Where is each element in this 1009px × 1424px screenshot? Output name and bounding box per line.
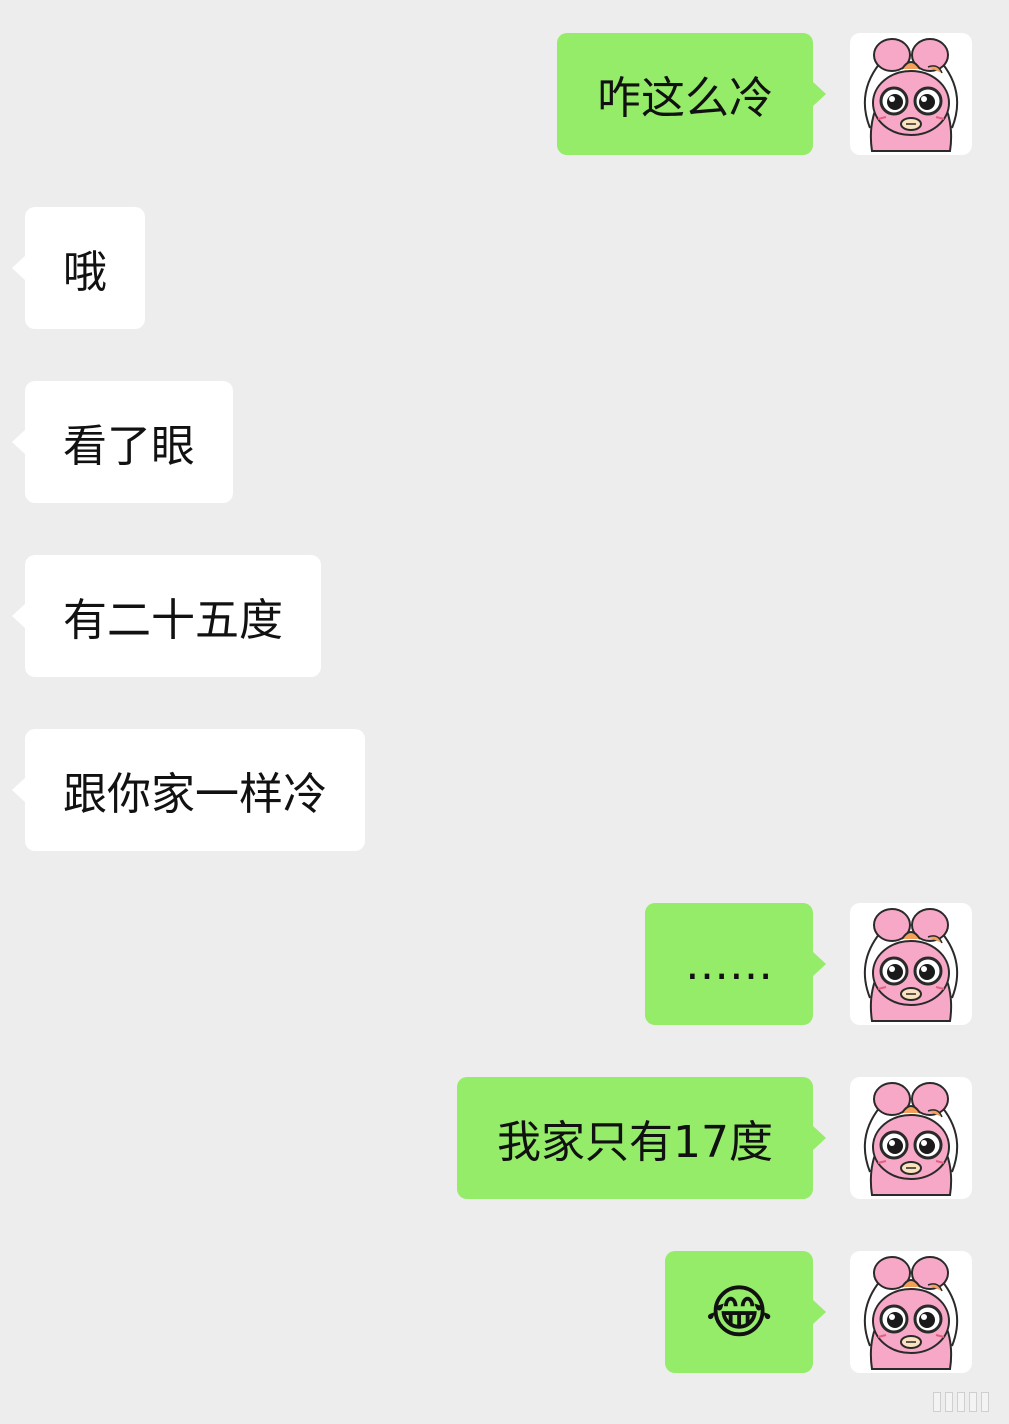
user-avatar-icon[interactable] (850, 1251, 972, 1373)
message-text: 有二十五度 (63, 595, 283, 646)
message-text: 我家只有17度 (497, 1117, 773, 1168)
user-avatar-icon[interactable] (850, 903, 972, 1025)
message-text: 咋这么冷 (597, 73, 773, 124)
user-avatar-icon[interactable] (850, 33, 972, 155)
incoming-message-bubble[interactable]: 哦 (12, 207, 145, 329)
incoming-message-bubble[interactable]: 跟你家一样冷 (12, 729, 365, 851)
incoming-message-bubble[interactable]: 看了眼 (12, 381, 233, 503)
outgoing-message-bubble[interactable]: 咋这么冷 (557, 33, 826, 155)
outgoing-message-bubble[interactable]: …… (645, 903, 826, 1025)
laughing-tears-emoji-icon: 😂 (705, 1278, 773, 1346)
message-text: 看了眼 (63, 421, 195, 472)
message-text: 跟你家一样冷 (63, 769, 327, 820)
message-text: …… (685, 938, 773, 990)
message-text: 哦 (63, 247, 107, 298)
watermark-icon (933, 1392, 989, 1412)
outgoing-message-bubble[interactable]: 😂 (665, 1251, 826, 1373)
user-avatar-icon[interactable] (850, 1077, 972, 1199)
incoming-message-bubble[interactable]: 有二十五度 (12, 555, 321, 677)
outgoing-message-bubble[interactable]: 我家只有17度 (457, 1077, 826, 1199)
